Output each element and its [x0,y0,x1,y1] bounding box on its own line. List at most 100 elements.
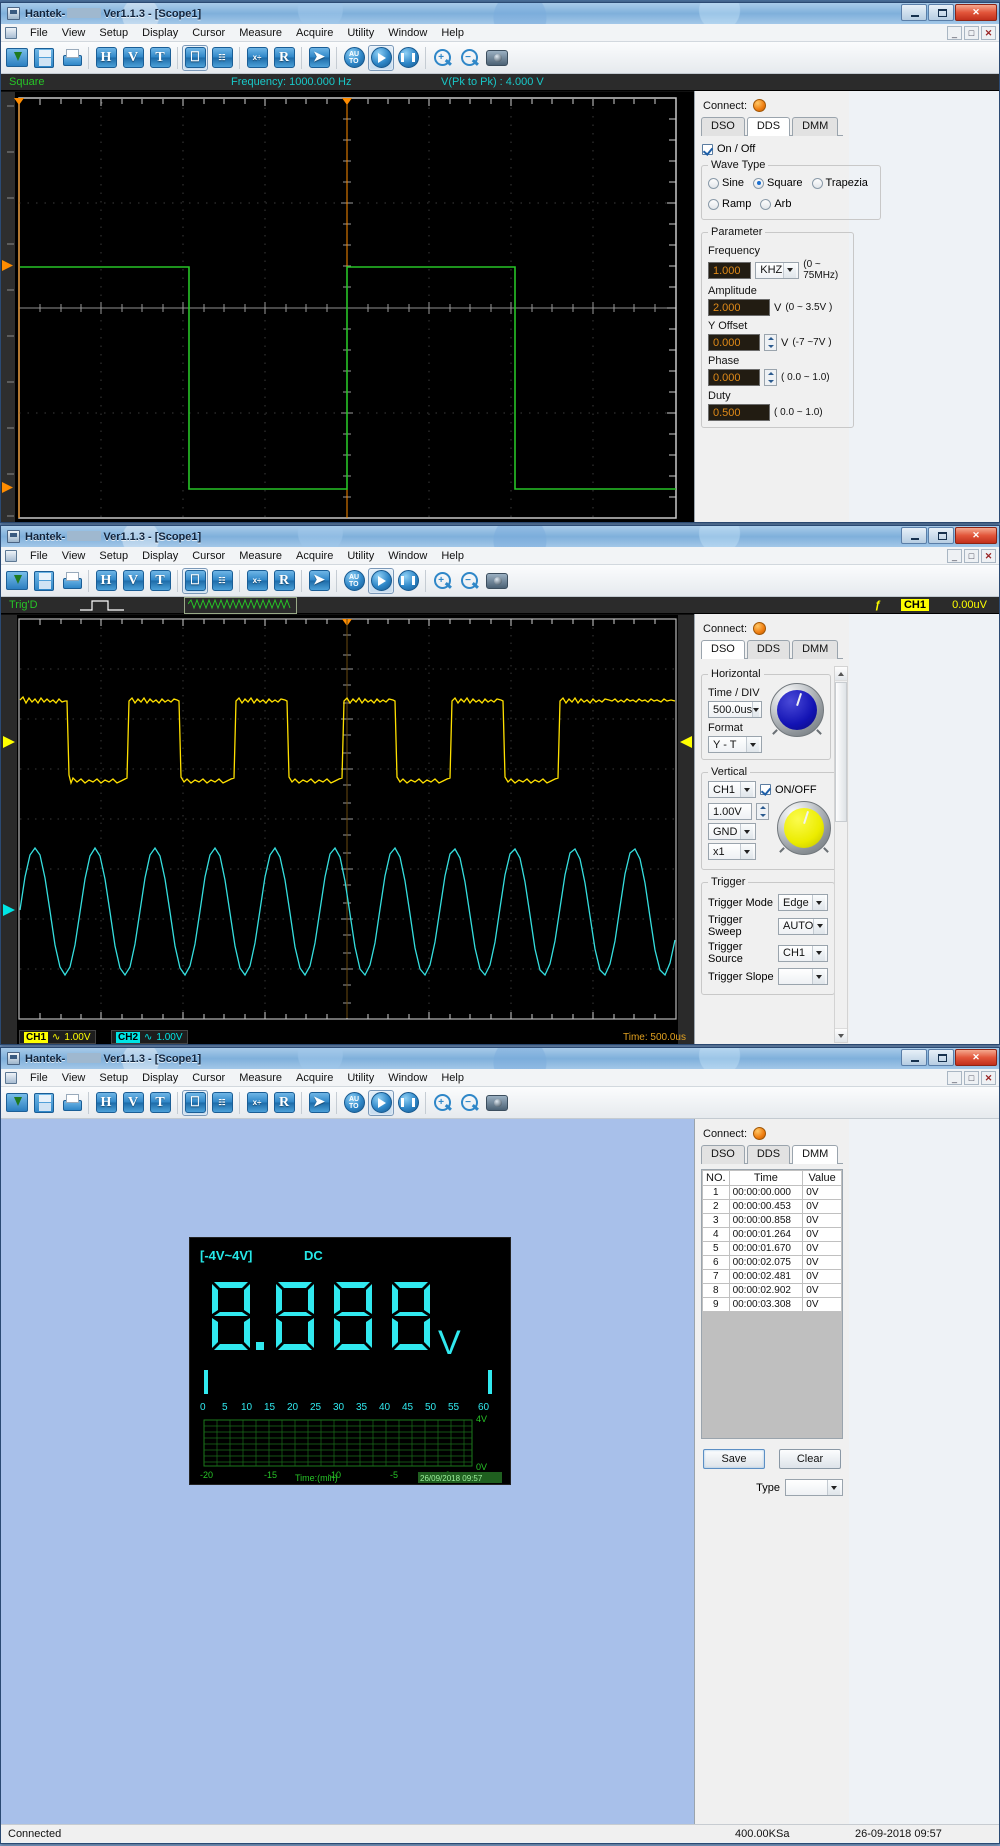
window1-toolbar[interactable]: H V T ⎕ ☷ x÷ R ➤ AU TO + − [1,42,999,74]
mdi-controls[interactable]: _ □ ✕ [947,25,999,40]
scope-window-1[interactable]: Hantek- Ver1.1.3 - [Scope1] ✕ File View S… [0,2,1000,523]
cursor-icon[interactable]: ➤ [306,568,332,594]
horizontal-icon[interactable]: H [93,45,119,71]
ch2-badge[interactable]: CH2 ∿ 1.00V [111,1030,188,1044]
trigger-icon[interactable]: T [147,45,173,71]
trigger-sweep-select[interactable]: AUTO [778,917,828,935]
menu-view[interactable]: View [55,26,93,40]
menu-setup[interactable]: Setup [92,26,135,40]
menu-help[interactable]: Help [434,549,471,563]
menu-display[interactable]: Display [135,549,185,563]
dmm-log-listbox[interactable]: NO. Time Value 1 00:00:00.000 0V 2 00:00:00… [701,1169,843,1439]
auto-icon[interactable]: AU TO [341,568,367,594]
panel-scrollbar[interactable] [834,666,848,1043]
mdi-minimize-button[interactable]: _ [947,548,962,563]
math-icon[interactable]: x÷ [244,45,270,71]
trigger-source-row[interactable]: Trigger Source CH1 [708,941,828,965]
horizontal-icon[interactable]: H [93,1090,119,1116]
close-button[interactable]: ✕ [955,1049,997,1066]
vertical-icon[interactable]: V [120,568,146,594]
window3-menubar[interactable]: File View Setup Display Cursor Measure A… [1,1069,999,1087]
menu-window[interactable]: Window [381,26,434,40]
menu-measure[interactable]: Measure [232,26,289,40]
table-row[interactable]: 8 00:00:02.902 0V [702,1283,842,1298]
mdi-close-button[interactable]: ✕ [981,25,996,40]
mdi-restore-button[interactable]: □ [964,548,979,563]
probe-select[interactable]: x1 [708,843,756,860]
dmm-screen[interactable]: [-4V~4V] DC V 0 5 10 15 20 25 30 35 40 4… [189,1237,511,1485]
minimize-button[interactable] [901,527,927,544]
waveform-icon[interactable]: ⎕ [182,567,208,594]
horizontal-icon[interactable]: H [93,568,119,594]
time-div-knob[interactable] [770,683,824,737]
maximize-button[interactable] [928,4,954,21]
scroll-down-arrow[interactable] [835,1028,847,1042]
vertical-channel-row[interactable]: CH1 ON/OFF [708,781,831,798]
window3-controls[interactable]: ✕ [901,1049,997,1066]
trigger-slope-row[interactable]: Trigger Slope [708,968,828,985]
trigger-icon[interactable]: T [147,1090,173,1116]
capture-icon[interactable] [484,1090,510,1116]
mdi-controls[interactable]: _ □ ✕ [947,1070,999,1085]
scope1-display[interactable] [1,91,694,522]
maximize-button[interactable] [928,1049,954,1066]
volt-div-input[interactable]: 1.00V [708,803,752,820]
ch1-badge[interactable]: CH1 ∿ 1.00V [19,1030,96,1044]
yoffset-input[interactable]: 0.000 [708,334,760,351]
menu-window[interactable]: Window [381,549,434,563]
menu-cursor[interactable]: Cursor [185,26,232,40]
amplitude-input[interactable]: 2.000 [708,299,770,316]
dds-onoff-checkbox[interactable] [702,143,713,155]
table-row[interactable]: 6 00:00:02.075 0V [702,1255,842,1270]
tab-dmm[interactable]: DMM [792,640,839,659]
channel-badge[interactable]: CH1 [900,599,929,611]
mdi-restore-button[interactable]: □ [964,1070,979,1085]
vertical-icon[interactable]: V [120,1090,146,1116]
menu-view[interactable]: View [55,549,93,563]
volt-div-stepper[interactable] [756,803,769,820]
dmm-action-row[interactable]: Save Clear [701,1449,843,1469]
minimize-button[interactable] [901,4,927,21]
zoom-out-icon[interactable]: − [457,568,483,594]
window2-toolbar[interactable]: H V T ⎕ ☷ x÷ R ➤ AU TO + − [1,565,999,597]
print-icon[interactable] [58,568,84,594]
trigger-slope-select[interactable] [778,968,828,985]
window2-menubar[interactable]: File View Setup Display Cursor Measure A… [1,547,999,565]
waveform-icon[interactable]: ⎕ [182,1089,208,1116]
radio-ramp[interactable] [708,198,719,210]
phase-input[interactable]: 0.000 [708,369,760,386]
table-row[interactable]: 3 00:00:00.858 0V [702,1213,842,1228]
open-icon[interactable] [4,1090,30,1116]
table-row[interactable]: 2 00:00:00.453 0V [702,1199,842,1214]
scope2-display[interactable]: CH1 ∿ 1.00V CH2 ∿ 1.00V Time: 500.0us [1,614,694,1044]
vertical-onoff-checkbox[interactable] [760,784,771,795]
window1-titlebar[interactable]: Hantek- Ver1.1.3 - [Scope1] ✕ [1,3,999,24]
menu-utility[interactable]: Utility [340,1071,381,1085]
mdi-close-button[interactable]: ✕ [981,548,996,563]
menu-cursor[interactable]: Cursor [185,1071,232,1085]
menu-measure[interactable]: Measure [232,549,289,563]
pause-icon[interactable] [395,1090,421,1116]
close-button[interactable]: ✕ [955,527,997,544]
window3-tabs[interactable]: DSO DDS DMM [701,1145,843,1164]
radio-arb[interactable] [760,198,772,210]
menu-acquire[interactable]: Acquire [289,1071,340,1085]
menu-window[interactable]: Window [381,1071,434,1085]
window3-titlebar[interactable]: Hantek- Ver1.1.3 - [Scope1] ✕ [1,1048,999,1069]
pause-icon[interactable] [395,45,421,71]
print-icon[interactable] [58,1090,84,1116]
window3-toolbar[interactable]: H V T ⎕ ☷ x÷ R ➤ AU TO + − [1,1087,999,1119]
window1-menubar[interactable]: File View Setup Display Cursor Measure A… [1,24,999,42]
time-div-select[interactable]: 500.0us [708,701,762,718]
phase-row[interactable]: 0.000 ( 0.0 ~ 1.0) [708,369,847,386]
zoom-out-icon[interactable]: − [457,45,483,71]
phase-stepper[interactable] [764,369,777,386]
zoom-in-icon[interactable]: + [430,1090,456,1116]
window3-side-panel[interactable]: Connect: DSO DDS DMM NO. Time Value 1 00… [694,1119,849,1824]
menu-help[interactable]: Help [434,26,471,40]
volt-div-knob[interactable] [777,801,831,855]
window2-titlebar[interactable]: Hantek- Ver1.1.3 - [Scope1] ✕ [1,526,999,547]
wave-type-row-1[interactable]: Sine Square Trapezia [708,177,874,189]
open-icon[interactable] [4,568,30,594]
waveform-icon[interactable]: ⎕ [182,44,208,71]
